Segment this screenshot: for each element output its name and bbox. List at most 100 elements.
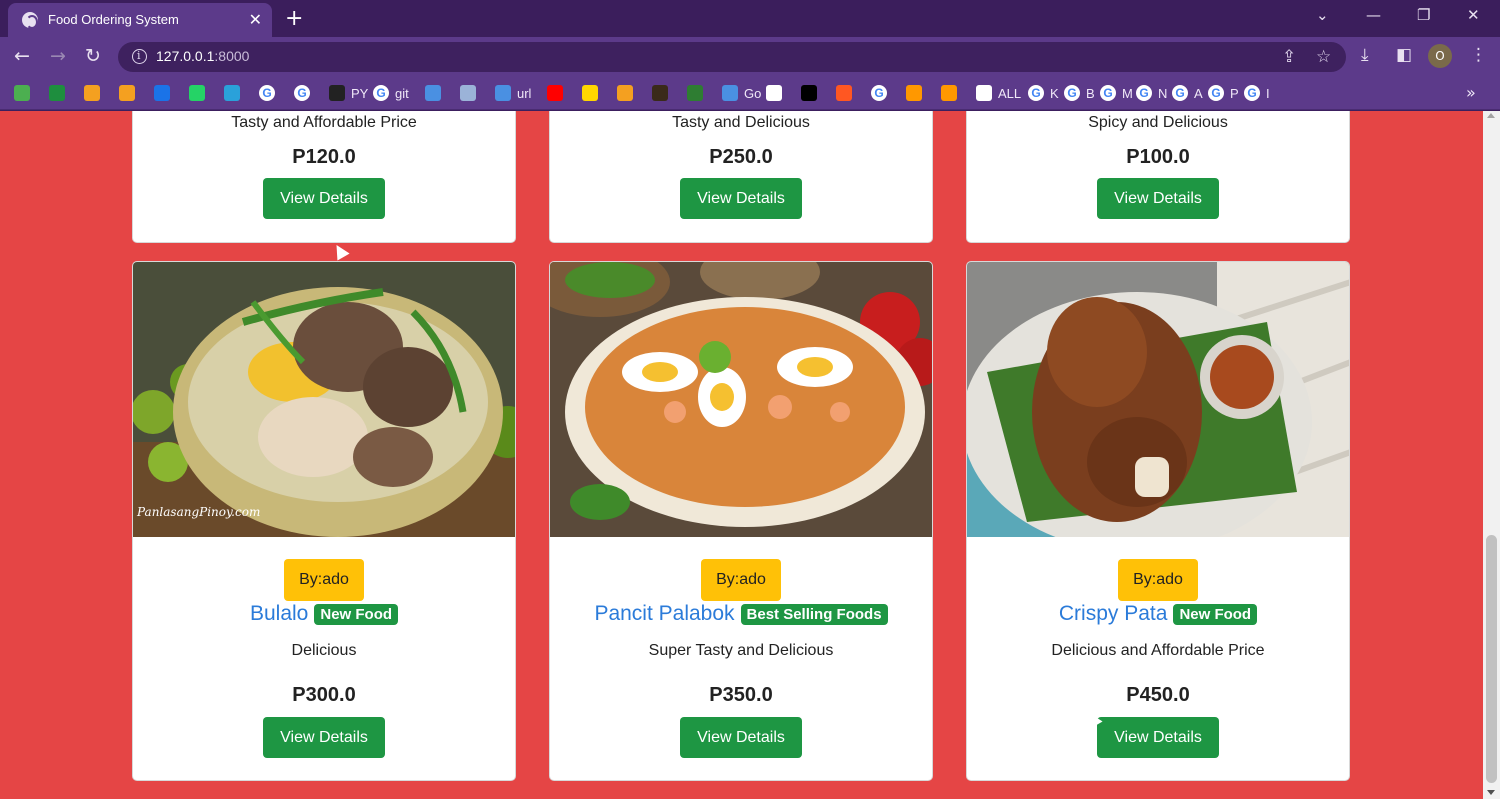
google-icon: G <box>1172 85 1188 101</box>
close-window-icon[interactable]: ✕ <box>1467 6 1480 24</box>
food-card: Spicy and Delicious P100.0 View Details <box>966 111 1350 243</box>
bookmark-item[interactable] <box>189 84 211 102</box>
bookmark-item[interactable]: GB <box>1064 84 1095 102</box>
food-description: Delicious <box>291 642 357 659</box>
bookmark-item[interactable]: url <box>495 84 531 102</box>
bookmark-item[interactable]: GK <box>1028 84 1059 102</box>
browser-toolbar: ← → ↻ 127.0.0.1:8000 ⇪ ☆ ⤓ ◧ O ⋮ <box>0 37 1500 77</box>
bookmark-item[interactable] <box>766 84 788 102</box>
bookmark-item[interactable]: PY <box>329 84 368 102</box>
page-scrollbar[interactable] <box>1483 111 1500 799</box>
bookmark-item[interactable] <box>154 84 176 102</box>
bookmark-favicon-icon <box>14 85 30 101</box>
bookmark-item[interactable] <box>906 84 928 102</box>
bookmark-favicon-icon <box>154 85 170 101</box>
bookmark-label: url <box>517 85 532 101</box>
browser-tab[interactable]: Food Ordering System ✕ <box>8 3 272 37</box>
image-watermark: PanlasangPinoy.com <box>136 505 260 519</box>
view-details-button[interactable]: View Details <box>680 178 802 219</box>
bookmark-favicon-icon <box>617 85 633 101</box>
bookmark-item[interactable] <box>14 84 36 102</box>
restore-icon[interactable]: ❐ <box>1417 6 1430 24</box>
bookmark-item[interactable] <box>84 84 106 102</box>
close-tab-icon[interactable]: ✕ <box>249 10 262 29</box>
bookmark-favicon-icon <box>460 85 476 101</box>
bookmark-item[interactable] <box>425 84 447 102</box>
scroll-down-arrow-icon[interactable] <box>1487 790 1495 795</box>
url-text[interactable]: 127.0.0.1:8000 <box>156 48 249 64</box>
back-icon[interactable]: ← <box>14 45 30 67</box>
food-card-crispy-pata: By:ado Crispy Pata New Food Delicious an… <box>966 261 1350 781</box>
view-details-button[interactable]: View Details <box>680 717 802 758</box>
bookmark-item[interactable] <box>224 84 246 102</box>
bookmark-favicon-icon <box>425 85 441 101</box>
bookmark-favicon-icon <box>582 85 598 101</box>
author-badge: By:ado <box>701 559 781 601</box>
view-details-button[interactable]: View Details <box>1097 717 1219 758</box>
bookmark-favicon-icon <box>652 85 668 101</box>
google-icon: G <box>871 85 887 101</box>
food-title-row: Bulalo New Food <box>133 602 515 626</box>
view-details-button[interactable]: View Details <box>263 717 385 758</box>
share-icon[interactable]: ⇪ <box>1282 47 1296 67</box>
reload-icon[interactable]: ↻ <box>85 45 101 67</box>
minimize-icon[interactable]: — <box>1366 6 1381 24</box>
bookmark-item[interactable]: GN <box>1136 84 1167 102</box>
bookmark-label: PY <box>351 85 369 101</box>
forward-icon[interactable]: → <box>50 45 66 67</box>
bookmark-favicon-icon <box>49 85 65 101</box>
bookmark-favicon-icon <box>119 85 135 101</box>
bookmark-favicon-icon <box>687 85 703 101</box>
profile-avatar[interactable]: O <box>1428 44 1452 68</box>
food-card-bulalo: PanlasangPinoy.com By:ado Bulalo New Foo… <box>132 261 516 781</box>
bookmark-item[interactable]: GI <box>1244 84 1270 102</box>
new-tab-icon[interactable]: + <box>285 6 303 31</box>
bookmark-item[interactable]: G <box>294 84 316 102</box>
bookmark-item[interactable] <box>617 84 639 102</box>
bookmark-item[interactable] <box>941 84 963 102</box>
bookmark-item[interactable] <box>460 84 482 102</box>
scroll-up-arrow-icon[interactable] <box>1487 113 1495 118</box>
bookmark-item[interactable] <box>49 84 71 102</box>
view-details-button[interactable]: View Details <box>1097 178 1219 219</box>
food-name[interactable]: Crispy Pata <box>1059 602 1168 626</box>
bookmark-favicon-icon <box>495 85 511 101</box>
bookmark-star-icon[interactable]: ☆ <box>1316 47 1331 67</box>
bookmark-item[interactable] <box>119 84 141 102</box>
bookmark-item[interactable] <box>801 84 823 102</box>
bookmark-item[interactable]: GP <box>1208 84 1239 102</box>
google-icon: G <box>1100 85 1116 101</box>
bookmark-item[interactable] <box>547 84 569 102</box>
food-card: Tasty and Affordable Price P120.0 View D… <box>132 111 516 243</box>
address-bar[interactable]: 127.0.0.1:8000 ⇪ ☆ <box>118 42 1346 72</box>
menu-icon[interactable]: ⋮ <box>1470 45 1487 65</box>
bookmark-item[interactable]: G <box>871 84 893 102</box>
bookmark-item[interactable]: GM <box>1100 84 1133 102</box>
food-tag-badge: New Food <box>1173 603 1258 625</box>
food-price: P300.0 <box>292 684 356 706</box>
view-details-button[interactable]: View Details <box>263 178 385 219</box>
food-title-row: Pancit Palabok Best Selling Foods <box>550 602 932 626</box>
bookmark-item[interactable] <box>582 84 604 102</box>
side-panel-icon[interactable]: ◧ <box>1396 45 1412 65</box>
bookmark-item[interactable] <box>836 84 858 102</box>
bookmark-item[interactable]: Ggit <box>373 84 409 102</box>
site-info-icon[interactable] <box>132 49 147 64</box>
food-name[interactable]: Bulalo <box>250 602 308 626</box>
bookmark-item[interactable]: G <box>259 84 281 102</box>
tab-search-icon[interactable]: ⌄ <box>1316 6 1329 24</box>
food-description: Tasty and Affordable Price <box>231 114 417 131</box>
google-icon: G <box>1208 85 1224 101</box>
bookmark-item[interactable]: Go <box>722 84 761 102</box>
scrollbar-thumb[interactable] <box>1486 535 1497 783</box>
food-name[interactable]: Pancit Palabok <box>594 602 734 626</box>
bookmark-item[interactable] <box>687 84 709 102</box>
food-image <box>550 262 932 537</box>
bookmark-item[interactable]: ALL <box>976 84 1021 102</box>
download-icon[interactable]: ⤓ <box>1361 45 1369 65</box>
google-icon: G <box>1028 85 1044 101</box>
bookmark-item[interactable]: GA <box>1172 84 1203 102</box>
more-bookmarks-icon[interactable]: » <box>1466 83 1476 102</box>
bookmark-item[interactable] <box>652 84 674 102</box>
page-viewport: Tasty and Affordable Price P120.0 View D… <box>0 111 1500 799</box>
